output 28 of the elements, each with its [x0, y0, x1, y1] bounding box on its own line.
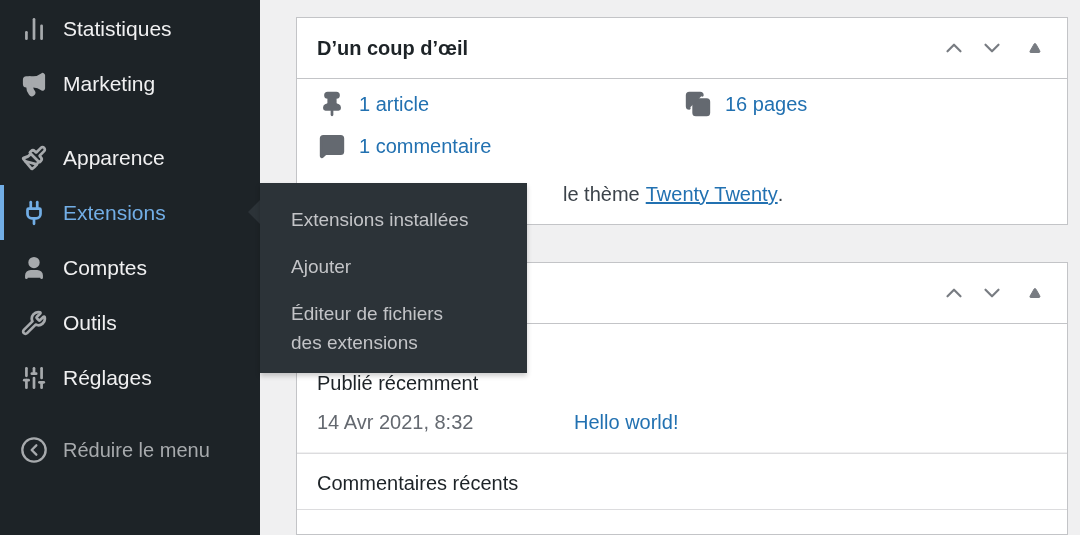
- stat-link[interactable]: 1 commentaire: [317, 133, 683, 159]
- megaphone-icon: [21, 70, 47, 97]
- menu-item[interactable]: Comptes: [0, 240, 260, 295]
- collapse-icon: [20, 436, 48, 464]
- collapse-menu-button[interactable]: Réduire le menu: [0, 424, 260, 476]
- menu-item[interactable]: Outils: [0, 295, 260, 350]
- sliders-icon: [21, 364, 47, 391]
- pages-icon: [685, 91, 711, 117]
- wrench-icon: [21, 309, 47, 336]
- submenu-item[interactable]: Extensions installées: [260, 193, 527, 240]
- widget-title: D’un coup d’œil: [317, 36, 470, 60]
- submenu-item[interactable]: Ajouter: [260, 240, 527, 287]
- post-date: 14 Avr 2021, 8:32: [317, 411, 475, 434]
- speech-bubble-icon: [319, 133, 345, 159]
- submenu-item[interactable]: Éditeur de fichiers des extensions: [260, 287, 527, 363]
- paintbrush-icon: [21, 144, 47, 171]
- stat-link[interactable]: 1 article: [317, 91, 683, 117]
- menu-item[interactable]: Marketing: [0, 56, 260, 111]
- post-link[interactable]: Hello world!: [574, 411, 679, 434]
- stat-link[interactable]: 16 pages: [683, 91, 1047, 117]
- section-heading: Commentaires récents: [317, 472, 519, 495]
- menu-item[interactable]: Réglages: [0, 350, 260, 405]
- theme-link[interactable]: Twenty Twenty: [645, 183, 778, 206]
- theme-text: le thème: [563, 183, 640, 206]
- menu-item[interactable]: Statistiques: [0, 1, 260, 56]
- menu-item[interactable]: Apparence: [0, 130, 260, 185]
- section-heading: Publié récemment: [317, 372, 479, 395]
- period-text: .: [777, 183, 784, 206]
